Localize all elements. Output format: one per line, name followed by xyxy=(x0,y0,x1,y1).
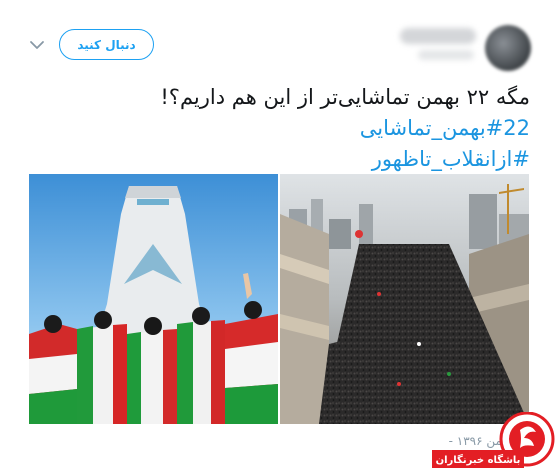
avatar[interactable] xyxy=(485,25,531,71)
hashtag-link[interactable]: #22بهمن_تماشایی xyxy=(30,113,530,144)
follow-button[interactable]: دنبال کنید xyxy=(59,29,154,60)
tweet-card: دنبال کنید مگه ۲۲ بهمن تماشایی‌تر از این… xyxy=(0,0,555,471)
chevron-down-icon[interactable] xyxy=(28,36,46,54)
tweet-text: مگه ۲۲ بهمن تماشایی‌تر از این هم داریم؟!… xyxy=(30,82,530,175)
azadi-tower-photo[interactable] xyxy=(29,174,278,424)
author-name[interactable] xyxy=(400,28,476,44)
author-handle[interactable] xyxy=(418,50,474,60)
yjc-logo-watermark: باشگاه خبرنگاران xyxy=(432,412,555,468)
tweet-body: مگه ۲۲ بهمن تماشایی‌تر از این هم داریم؟! xyxy=(160,85,530,109)
tweet-media[interactable] xyxy=(29,174,529,424)
watermark-text: باشگاه خبرنگاران xyxy=(436,453,521,466)
rally-crowd-photo[interactable] xyxy=(280,174,529,424)
hashtag-link[interactable]: #ازانقلاب_تاظهور xyxy=(30,144,530,175)
